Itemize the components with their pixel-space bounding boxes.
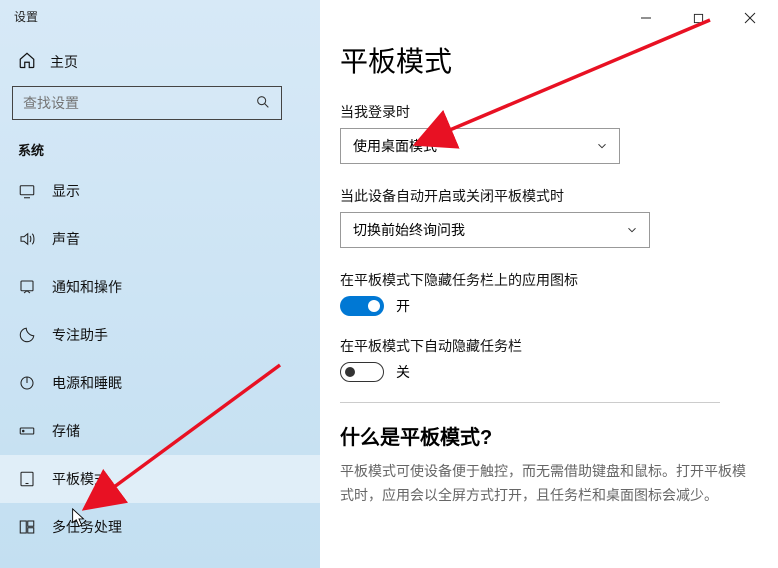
sidebar-item-label: 多任务处理 xyxy=(52,517,122,537)
toggle1-state: 开 xyxy=(396,296,410,316)
sidebar-item-label: 显示 xyxy=(52,181,80,201)
sidebar-item-label: 电源和睡眠 xyxy=(52,373,122,393)
maximize-button[interactable] xyxy=(676,4,720,32)
notifications-icon xyxy=(18,278,36,296)
hide-app-icons-toggle[interactable] xyxy=(340,296,384,316)
login-mode-value: 使用桌面模式 xyxy=(353,136,437,156)
sidebar-item-label: 专注助手 xyxy=(52,325,108,345)
toggle2-label: 在平板模式下自动隐藏任务栏 xyxy=(340,336,748,356)
sidebar-item-notifications[interactable]: 通知和操作 xyxy=(0,263,320,311)
sidebar-item-label: 平板模式 xyxy=(52,469,108,489)
sidebar-item-multitask[interactable]: 多任务处理 xyxy=(0,503,320,551)
toggle2-state: 关 xyxy=(396,362,410,382)
chevron-down-icon xyxy=(595,139,609,153)
auto-hide-taskbar-toggle[interactable] xyxy=(340,362,384,382)
sidebar-item-focus[interactable]: 专注助手 xyxy=(0,311,320,359)
sidebar-item-label: 通知和操作 xyxy=(52,277,122,297)
toggle1-label: 在平板模式下隐藏任务栏上的应用图标 xyxy=(340,270,748,290)
tablet-icon xyxy=(18,470,36,488)
sidebar-item-power[interactable]: 电源和睡眠 xyxy=(0,359,320,407)
close-button[interactable] xyxy=(728,4,772,32)
what-is-heading: 什么是平板模式? xyxy=(340,421,748,450)
login-mode-select[interactable]: 使用桌面模式 xyxy=(340,128,620,164)
auto-switch-value: 切换前始终询问我 xyxy=(353,220,465,240)
chevron-down-icon xyxy=(625,223,639,237)
search-input-field[interactable] xyxy=(23,95,243,111)
login-mode-label: 当我登录时 xyxy=(340,102,748,122)
sound-icon xyxy=(18,230,36,248)
search-input[interactable] xyxy=(12,86,282,120)
page-title: 平板模式 xyxy=(340,40,748,80)
sidebar-item-sound[interactable]: 声音 xyxy=(0,215,320,263)
multitask-icon xyxy=(18,518,36,536)
section-label: 系统 xyxy=(0,130,320,167)
home-button[interactable]: 主页 xyxy=(0,41,320,82)
window-title: 设置 xyxy=(0,0,320,29)
home-label: 主页 xyxy=(50,52,78,72)
sidebar-item-label: 声音 xyxy=(52,229,80,249)
sidebar-item-tablet[interactable]: 平板模式 xyxy=(0,455,320,503)
focus-icon xyxy=(18,326,36,344)
search-icon xyxy=(255,94,271,113)
sidebar-item-display[interactable]: 显示 xyxy=(0,167,320,215)
power-icon xyxy=(18,374,36,392)
sidebar-item-label: 存储 xyxy=(52,421,80,441)
home-icon xyxy=(18,51,36,72)
auto-switch-label: 当此设备自动开启或关闭平板模式时 xyxy=(340,186,748,206)
sidebar-item-storage[interactable]: 存储 xyxy=(0,407,320,455)
auto-switch-select[interactable]: 切换前始终询问我 xyxy=(340,212,650,248)
display-icon xyxy=(18,182,36,200)
divider xyxy=(340,402,720,403)
storage-icon xyxy=(18,422,36,440)
minimize-button[interactable] xyxy=(624,4,668,32)
description-text: 平板模式可使设备便于触控，而无需借助键盘和鼠标。打开平板模式时，应用会以全屏方式… xyxy=(340,460,748,508)
